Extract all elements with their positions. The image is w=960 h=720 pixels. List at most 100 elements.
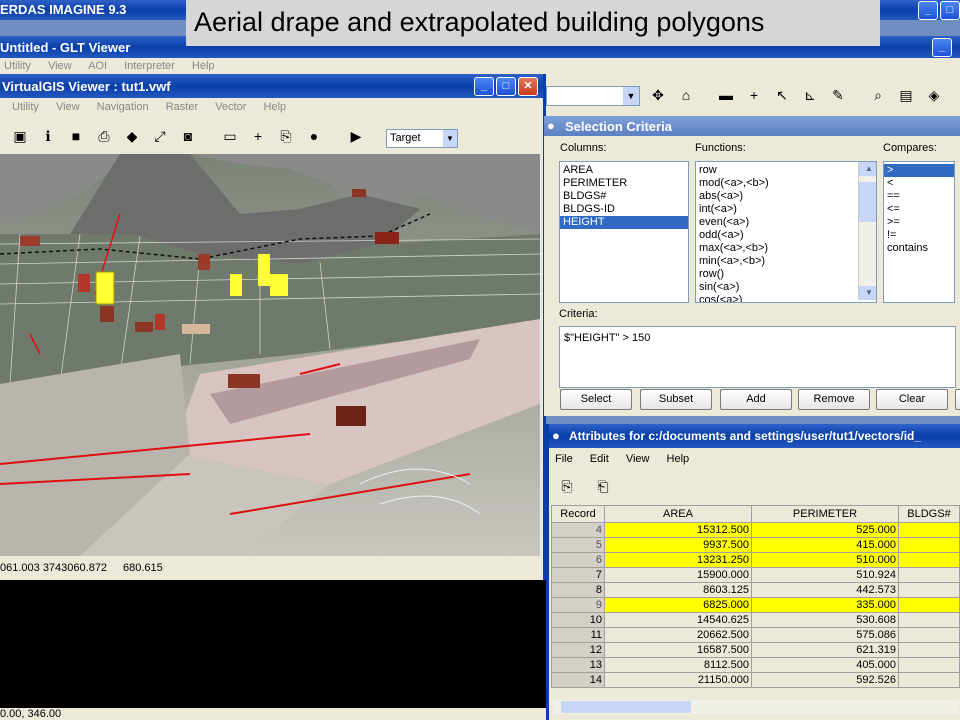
record-cell[interactable]: 14 xyxy=(551,672,605,688)
window-icon[interactable]: ▭ xyxy=(220,126,240,146)
record-cell[interactable]: 5 xyxy=(551,537,605,553)
function-item[interactable]: cos(<a>) xyxy=(696,294,876,302)
bldgs-cell[interactable] xyxy=(898,597,960,613)
save-icon[interactable]: ■ xyxy=(66,126,86,146)
extra-button[interactable] xyxy=(955,389,960,410)
function-item[interactable]: even(<a>) xyxy=(696,216,876,229)
attr-menu-help[interactable]: Help xyxy=(667,453,690,465)
compare-item-le[interactable]: <= xyxy=(884,203,954,216)
area-cell[interactable]: 15900.000 xyxy=(604,567,752,583)
open-icon[interactable]: ▣ xyxy=(10,126,30,146)
header-record[interactable]: Record xyxy=(551,505,605,523)
vgis-minimize-button[interactable]: _ xyxy=(474,77,494,96)
perimeter-cell[interactable]: 335.000 xyxy=(751,597,899,613)
measure-icon[interactable]: ▬ xyxy=(716,85,736,105)
paste-icon[interactable]: ⎗ xyxy=(593,476,613,496)
area-cell[interactable]: 8603.125 xyxy=(604,582,752,598)
record-icon[interactable]: ● xyxy=(304,126,324,146)
attr-menu-file[interactable]: File xyxy=(555,453,573,465)
clear-button[interactable]: Clear xyxy=(876,389,948,410)
header-bldgs-num[interactable]: BLDGS# xyxy=(898,505,960,523)
vgis-menu-utility[interactable]: Utility xyxy=(12,101,39,113)
main-maximize-button[interactable]: □ xyxy=(940,1,960,20)
area-cell[interactable]: 8112.500 xyxy=(604,657,752,673)
record-cell[interactable]: 9 xyxy=(551,597,605,613)
functions-list[interactable]: row mod(<a>,<b>) abs(<a>) int(<a>) even(… xyxy=(695,161,877,303)
glt-menu-view[interactable]: View xyxy=(48,60,72,72)
perimeter-cell[interactable]: 575.086 xyxy=(751,627,899,643)
crosshair-icon[interactable]: + xyxy=(248,126,268,146)
column-item-bldgs-id[interactable]: BLDGS-ID xyxy=(560,203,688,216)
attr-menu-view[interactable]: View xyxy=(626,453,650,465)
record-cell[interactable]: 12 xyxy=(551,642,605,658)
table-row[interactable]: 9 6825.000 335.000 xyxy=(551,597,960,613)
perimeter-cell[interactable]: 592.526 xyxy=(751,672,899,688)
inquire-icon[interactable]: ✎ xyxy=(828,85,848,105)
function-item[interactable]: sin(<a>) xyxy=(696,281,876,294)
target-select[interactable]: Target ▼ xyxy=(386,129,458,148)
table-row[interactable]: 14 21150.000 592.526 xyxy=(551,672,960,688)
profile-icon[interactable]: ⊾ xyxy=(800,85,820,105)
area-cell[interactable]: 21150.000 xyxy=(604,672,752,688)
3d-viewport[interactable] xyxy=(0,154,540,556)
glt-menu-help[interactable]: Help xyxy=(192,60,215,72)
scroll-down-icon[interactable]: ▼ xyxy=(859,286,876,300)
function-item[interactable]: int(<a>) xyxy=(696,203,876,216)
area-cell[interactable]: 20662.500 xyxy=(604,627,752,643)
functions-scrollbar[interactable]: ▲ ▼ xyxy=(858,162,876,300)
bldgs-cell[interactable] xyxy=(898,612,960,628)
record-cell[interactable]: 4 xyxy=(551,522,605,538)
glt-menu-utility[interactable]: Utility xyxy=(4,60,31,72)
copy-icon[interactable]: ⎘ xyxy=(276,126,296,146)
vgis-maximize-button[interactable]: □ xyxy=(496,77,516,96)
zoom-icon[interactable]: ⌕ xyxy=(868,85,888,105)
table-row[interactable]: 7 15900.000 510.924 xyxy=(551,567,960,583)
bldgs-cell[interactable] xyxy=(898,522,960,538)
function-item[interactable]: abs(<a>) xyxy=(696,190,876,203)
pick-icon[interactable]: ↖ xyxy=(772,85,792,105)
bldgs-cell[interactable] xyxy=(898,582,960,598)
eraser-icon[interactable]: ◆ xyxy=(122,126,142,146)
area-cell[interactable]: 9937.500 xyxy=(604,537,752,553)
vgis-menu-vector[interactable]: Vector xyxy=(215,101,246,113)
info-icon[interactable]: ℹ xyxy=(38,126,58,146)
column-item-height[interactable]: HEIGHT xyxy=(560,216,688,229)
attr-menu-edit[interactable]: Edit xyxy=(590,453,609,465)
bldgs-cell[interactable] xyxy=(898,657,960,673)
fit-icon[interactable]: ⤢ xyxy=(150,126,170,146)
table-row[interactable]: 4 15312.500 525.000 xyxy=(551,522,960,538)
glt-minimize-button[interactable]: _ xyxy=(932,38,952,57)
function-item[interactable]: mod(<a>,<b>) xyxy=(696,177,876,190)
compare-item-ne[interactable]: != xyxy=(884,229,954,242)
table-row[interactable]: 6 13231.250 510.000 xyxy=(551,552,960,568)
perimeter-cell[interactable]: 442.573 xyxy=(751,582,899,598)
main-minimize-button[interactable]: _ xyxy=(918,1,938,20)
area-cell[interactable]: 14540.625 xyxy=(604,612,752,628)
scroll-up-icon[interactable]: ▲ xyxy=(859,162,876,176)
home-icon[interactable]: ⌂ xyxy=(676,85,696,105)
add-button[interactable]: Add xyxy=(720,389,792,410)
glt-menu-interpreter[interactable]: Interpreter xyxy=(124,60,175,72)
function-item[interactable]: row() xyxy=(696,268,876,281)
function-item[interactable]: max(<a>,<b>) xyxy=(696,242,876,255)
table-row[interactable]: 13 8112.500 405.000 xyxy=(551,657,960,673)
vgis-menu-raster[interactable]: Raster xyxy=(166,101,198,113)
compare-item-gt[interactable]: > xyxy=(884,164,954,177)
play-icon[interactable]: ▶ xyxy=(346,126,366,146)
perimeter-cell[interactable]: 405.000 xyxy=(751,657,899,673)
copy-icon[interactable]: ⎘ xyxy=(557,476,577,496)
record-cell[interactable]: 11 xyxy=(551,627,605,643)
record-cell[interactable]: 6 xyxy=(551,552,605,568)
table-row[interactable]: 10 14540.625 530.608 xyxy=(551,612,960,628)
table-row[interactable]: 8 8603.125 442.573 xyxy=(551,582,960,598)
navigate-icon[interactable]: ✥ xyxy=(648,85,668,105)
perimeter-cell[interactable]: 530.608 xyxy=(751,612,899,628)
compares-list[interactable]: > < == <= >= != contains xyxy=(883,161,955,303)
vgis-close-button[interactable]: ✕ xyxy=(518,77,538,96)
table-row[interactable]: 11 20662.500 575.086 xyxy=(551,627,960,643)
compare-item-contains[interactable]: contains xyxy=(884,242,954,255)
bldgs-cell[interactable] xyxy=(898,672,960,688)
bldgs-cell[interactable] xyxy=(898,567,960,583)
layers-icon[interactable]: ▤ xyxy=(896,85,916,105)
perimeter-cell[interactable]: 525.000 xyxy=(751,522,899,538)
